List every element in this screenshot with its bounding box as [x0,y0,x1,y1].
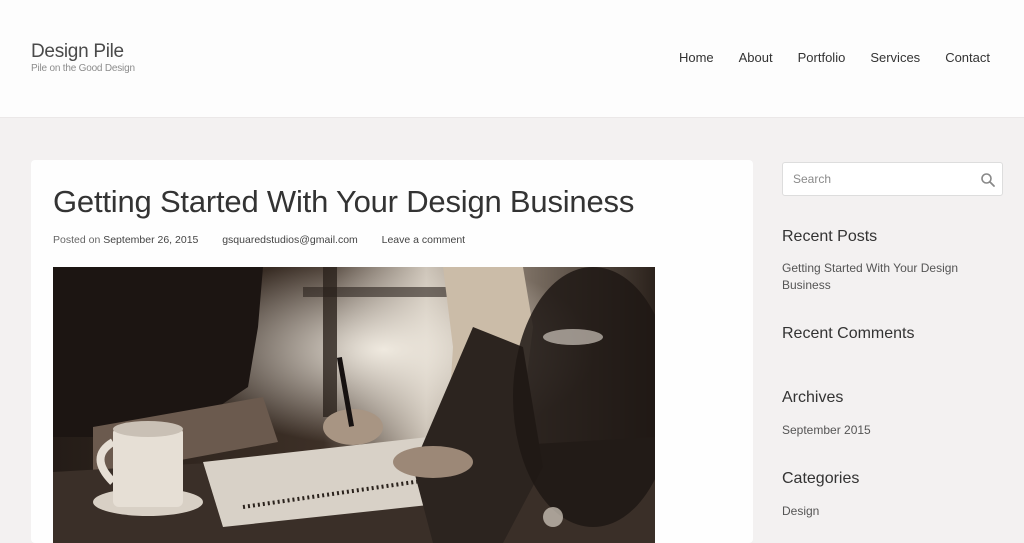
archive-link[interactable]: September 2015 [782,422,982,439]
leave-comment-link[interactable]: Leave a comment [382,234,465,246]
post-date-link[interactable]: September 26, 2015 [103,234,198,246]
search-icon[interactable] [980,172,996,188]
nav-item-services[interactable]: Services [870,50,920,65]
recent-post-link[interactable]: Getting Started With Your Design Busines… [782,260,982,294]
posted-on-label: Posted on [53,234,101,246]
sidebar: Recent Posts Getting Started With Your D… [782,162,1003,518]
site-header: Design Pile Pile on the Good Design Home… [0,0,1024,118]
site-title[interactable]: Design Pile [31,42,135,62]
post-author-link[interactable]: gsquaredstudios@gmail.com [222,234,358,246]
site-branding: Design Pile Pile on the Good Design [31,42,135,75]
search-form [782,162,1003,196]
search-input[interactable] [783,163,963,195]
recent-comments-title: Recent Comments [782,325,915,342]
featured-image[interactable] [53,267,655,543]
archives-title: Archives [782,389,844,406]
post-meta: Posted on September 26, 2015 gsquaredstu… [53,234,465,246]
post-card: Getting Started With Your Design Busines… [31,160,753,543]
nav-item-contact[interactable]: Contact [945,50,990,65]
nav-item-portfolio[interactable]: Portfolio [798,50,846,65]
categories-title: Categories [782,470,860,487]
recent-posts-title: Recent Posts [782,228,878,245]
nav-item-about[interactable]: About [739,50,773,65]
post-title[interactable]: Getting Started With Your Design Busines… [53,184,634,220]
site-tagline: Pile on the Good Design [31,63,135,74]
main-navigation: Home About Portfolio Services Contact [679,50,990,65]
category-link[interactable]: Design [782,503,982,520]
featured-photo-illustration [53,267,655,543]
nav-item-home[interactable]: Home [679,50,714,65]
